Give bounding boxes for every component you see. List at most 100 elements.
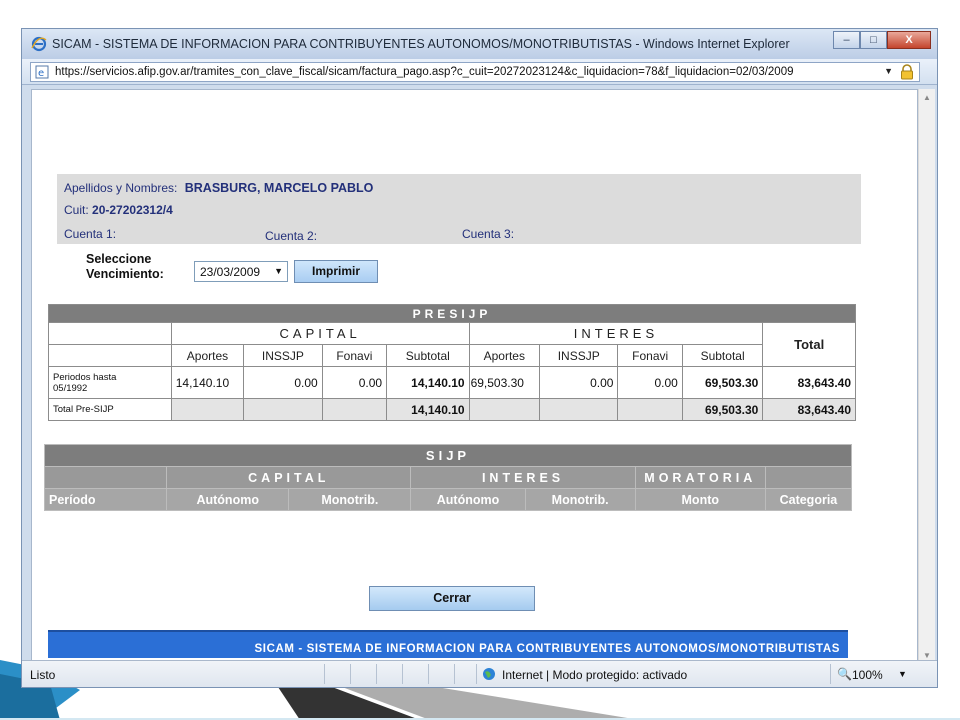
status-divider <box>428 664 429 684</box>
cell-value: 0.00 <box>243 366 323 399</box>
zoom-icon[interactable]: 🔍 <box>837 667 852 681</box>
globe-icon <box>483 668 495 680</box>
sijp-interes-header: INTERES <box>410 466 636 489</box>
due-date-select[interactable]: 23/03/2009 ▼ <box>194 261 288 282</box>
page-icon: e <box>35 65 49 79</box>
row-label: Total Pre-SIJP <box>48 398 172 421</box>
col-header: Monto <box>634 488 766 511</box>
sijp-table: SIJP CAPITAL INTERES MORATORIA Período A… <box>43 444 853 511</box>
empty-cell <box>48 344 172 367</box>
presijp-total-header: Total <box>762 322 856 367</box>
cell-value: 69,503.30 <box>468 366 540 399</box>
internet-explorer-icon <box>31 36 47 52</box>
title-bar: SICAM - SISTEMA DE INFORMACION PARA CONT… <box>22 29 937 59</box>
presijp-table: PRESIJP CAPITAL INTERES Total Aportes IN… <box>48 304 856 421</box>
print-button[interactable]: Imprimir <box>294 260 378 283</box>
status-divider <box>376 664 377 684</box>
col-header: INSSJP <box>538 344 619 367</box>
zoom-level[interactable]: 100% <box>852 668 883 682</box>
address-dropdown-icon[interactable]: ▼ <box>884 66 893 76</box>
svg-text:e: e <box>38 68 44 79</box>
col-header: Aportes <box>170 344 245 367</box>
table-row: Total Pre-SIJP 14,140.10 69,503.30 83,64… <box>48 398 856 421</box>
cell-total: 83,643.40 <box>762 366 856 399</box>
empty-cell <box>321 398 388 421</box>
cuenta1-label: Cuenta 1: <box>64 227 117 241</box>
taxpayer-info-panel: Apellidos y Nombres: BRASBURG, MARCELO P… <box>57 174 861 244</box>
table-row: Periodos hasta 05/1992 14,140.10 0.00 0.… <box>48 366 856 399</box>
close-window-button[interactable]: X <box>887 31 931 49</box>
cuit-value: 20-27202312/4 <box>92 203 173 217</box>
col-header: Aportes <box>468 344 540 367</box>
footer-banner: SICAM - SISTEMA DE INFORMACION PARA CONT… <box>48 630 848 658</box>
chevron-down-icon[interactable]: ▼ <box>274 266 283 276</box>
empty-cell <box>243 398 323 421</box>
zoom-dropdown-icon[interactable]: ▼ <box>898 669 907 679</box>
cell-value: 0.00 <box>617 366 683 399</box>
presijp-capital-header: CAPITAL <box>170 322 470 345</box>
status-divider <box>350 664 351 684</box>
vertical-scrollbar[interactable]: ▲ ▼ <box>918 89 935 664</box>
address-field[interactable]: e https://servicios.afip.gov.ar/tramites… <box>30 62 920 82</box>
address-url[interactable]: https://servicios.afip.gov.ar/tramites_c… <box>55 66 794 78</box>
cuit-label: Cuit: <box>64 203 89 217</box>
col-header: Subtotal <box>681 344 764 367</box>
col-header: Período <box>43 488 168 511</box>
row-label: Periodos hasta 05/1992 <box>48 366 172 399</box>
empty-cell <box>43 466 168 489</box>
status-bar: Listo Internet | Modo protegido: activad… <box>22 660 937 687</box>
page-content: Apellidos y Nombres: BRASBURG, MARCELO P… <box>31 89 918 664</box>
cell-value: 14,140.10 <box>386 398 470 421</box>
presijp-interes-header: INTERES <box>468 322 764 345</box>
maximize-button[interactable]: □ <box>860 31 887 49</box>
due-date-label-line2: Vencimiento: <box>86 267 164 281</box>
sijp-capital-header: CAPITAL <box>166 466 412 489</box>
row-label-line1: Periodos hasta <box>53 371 117 383</box>
col-header: Categoria <box>764 488 853 511</box>
col-header: Fonavi <box>321 344 388 367</box>
due-date-label: Seleccione Vencimiento: <box>86 252 164 282</box>
window-title: SICAM - SISTEMA DE INFORMACION PARA CONT… <box>52 37 790 51</box>
minimize-button[interactable]: – <box>833 31 860 49</box>
security-zone[interactable]: Internet | Modo protegido: activado <box>502 668 687 682</box>
due-date-label-line1: Seleccione <box>86 252 152 266</box>
empty-cell <box>538 398 619 421</box>
empty-cell <box>617 398 683 421</box>
col-header: Fonavi <box>617 344 683 367</box>
empty-cell <box>48 322 172 345</box>
col-header: Monotrib. <box>524 488 636 511</box>
status-divider <box>830 664 831 684</box>
cell-value: 0.00 <box>538 366 619 399</box>
cell-value: 14,140.10 <box>170 366 245 399</box>
browser-window: SICAM - SISTEMA DE INFORMACION PARA CONT… <box>21 28 938 688</box>
names-value: BRASBURG, MARCELO PABLO <box>184 181 374 195</box>
empty-cell <box>468 398 540 421</box>
status-divider <box>476 664 477 684</box>
status-divider <box>324 664 325 684</box>
col-header: INSSJP <box>243 344 323 367</box>
sijp-moratoria-header: MORATORIA <box>634 466 766 489</box>
cell-value: 0.00 <box>321 366 388 399</box>
empty-cell <box>764 466 853 489</box>
close-button[interactable]: Cerrar <box>369 586 535 611</box>
cuenta2-label: Cuenta 2: <box>265 229 318 243</box>
address-bar: e https://servicios.afip.gov.ar/tramites… <box>22 59 937 85</box>
sijp-section-header: SIJP <box>44 444 852 467</box>
cell-value: 14,140.10 <box>386 366 470 399</box>
scroll-down-icon[interactable]: ▼ <box>923 651 931 660</box>
lock-icon[interactable] <box>900 64 914 80</box>
status-text: Listo <box>30 668 56 682</box>
row-label-line2: 05/1992 <box>53 382 88 394</box>
empty-cell <box>170 398 245 421</box>
cell-total: 83,643.40 <box>762 398 856 421</box>
cuenta3-label: Cuenta 3: <box>462 227 515 241</box>
col-header: Autónomo <box>410 488 526 511</box>
cell-value: 69,503.30 <box>681 366 764 399</box>
scroll-up-icon[interactable]: ▲ <box>923 93 931 102</box>
status-divider <box>454 664 455 684</box>
status-divider <box>402 664 403 684</box>
presijp-section-header: PRESIJP <box>48 304 856 323</box>
col-header: Subtotal <box>386 344 470 367</box>
cell-value: 69,503.30 <box>681 398 764 421</box>
due-date-selected: 23/03/2009 <box>200 265 261 279</box>
